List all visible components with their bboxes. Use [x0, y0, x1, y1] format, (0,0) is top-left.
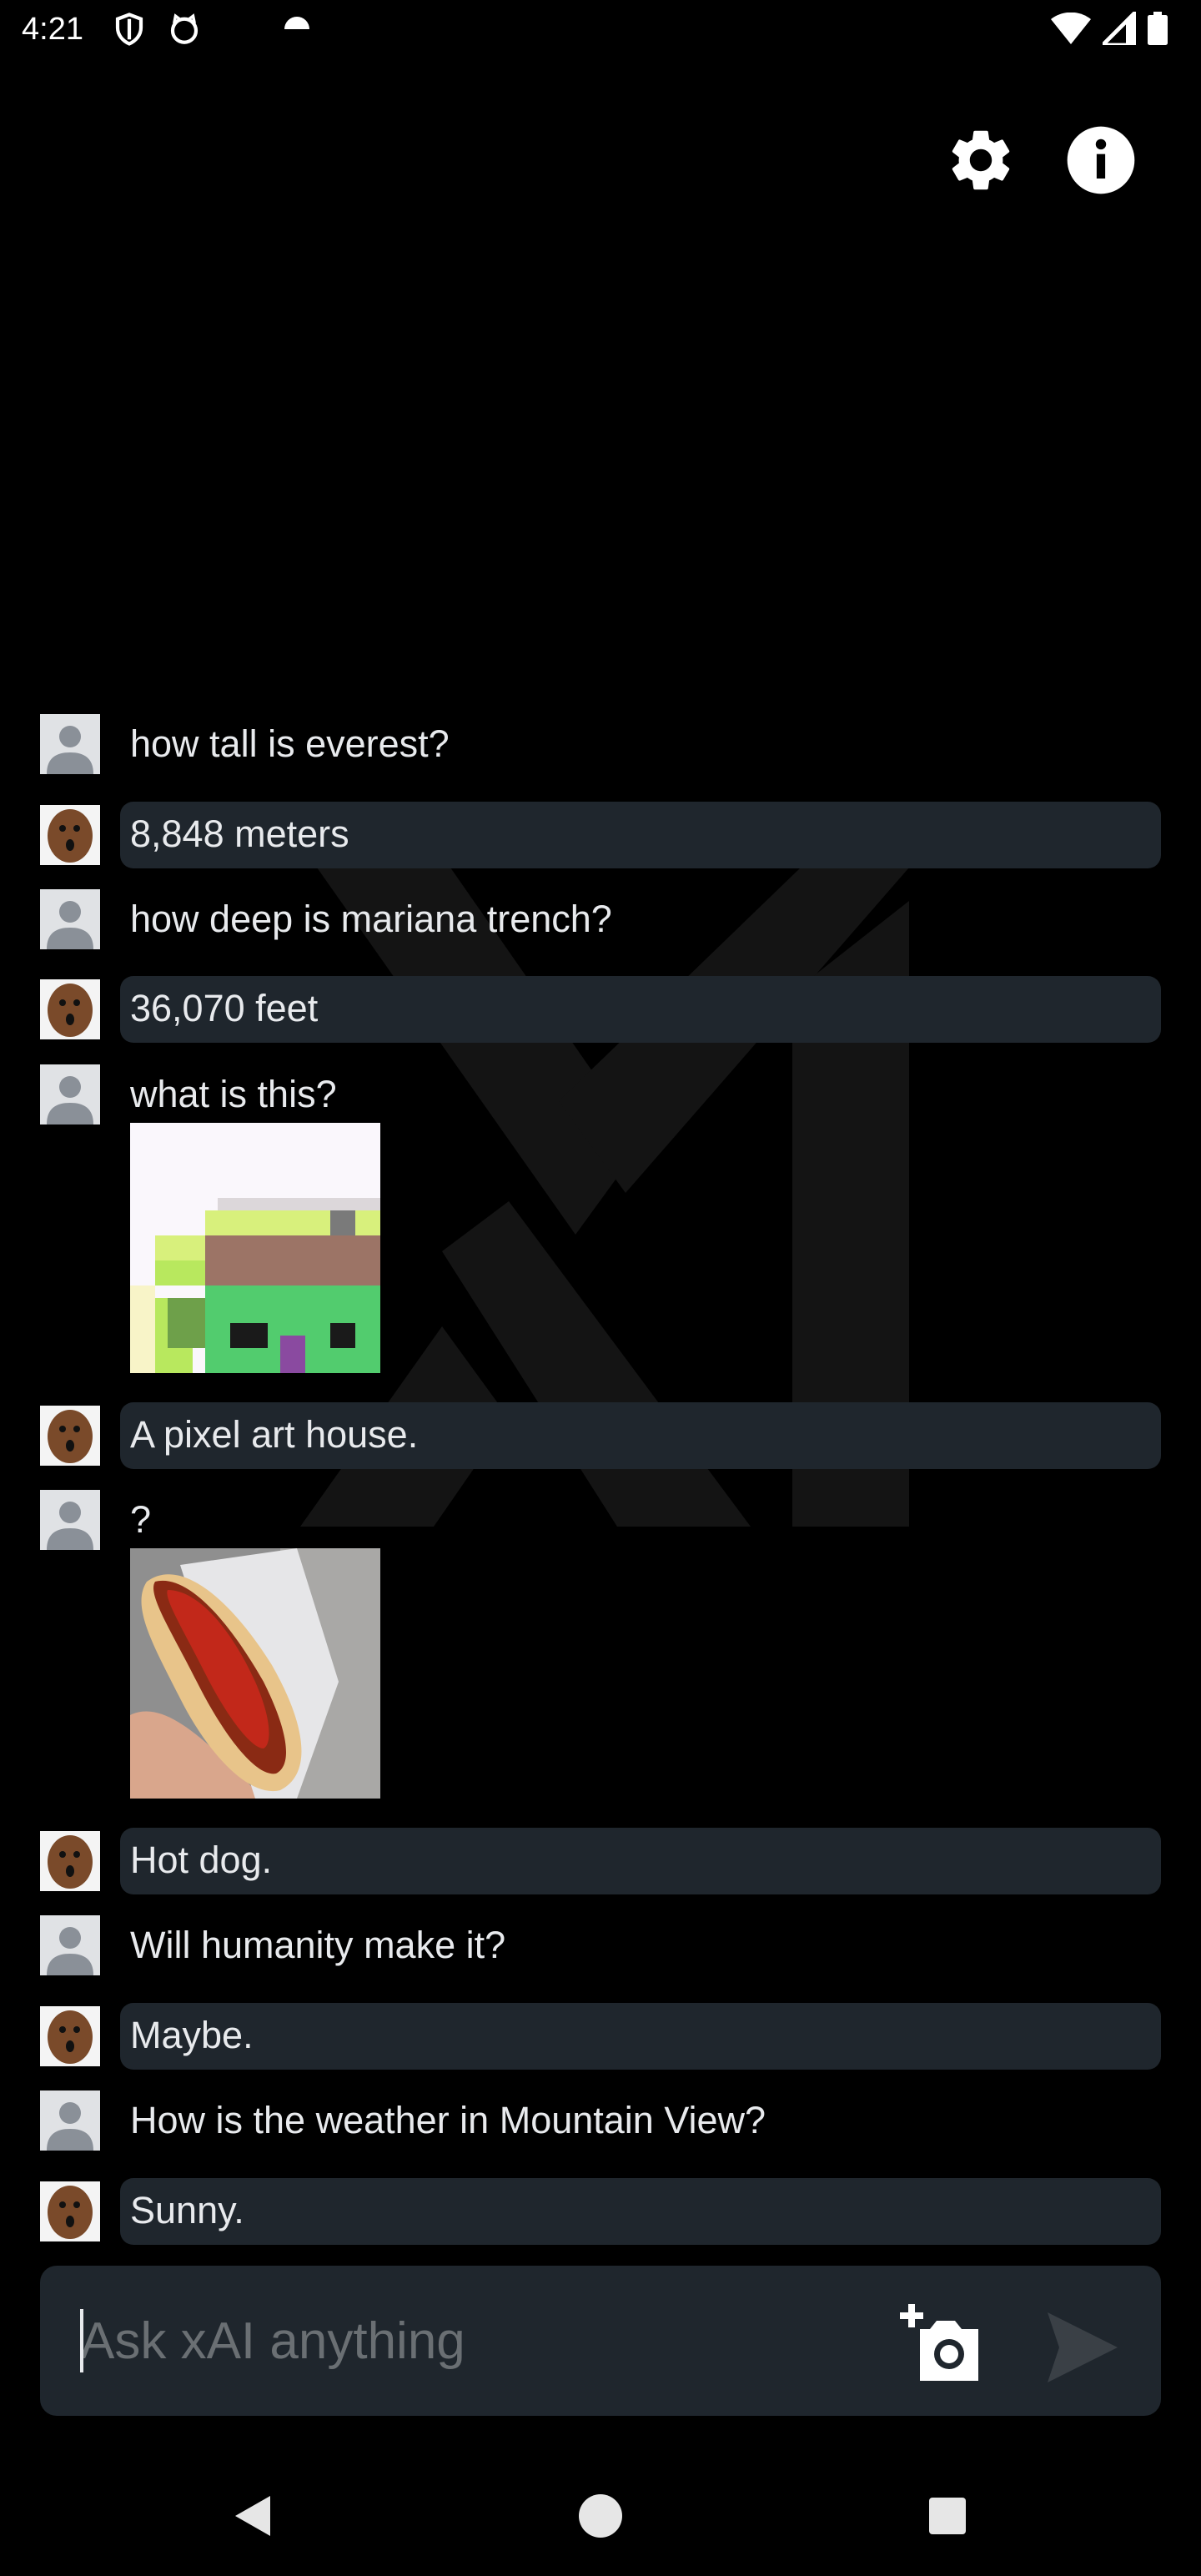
text-cursor	[80, 2309, 83, 2372]
send-arrow-icon[interactable]	[1041, 2306, 1124, 2389]
battery-icon	[1148, 12, 1168, 45]
status-time: 4:21	[22, 12, 83, 47]
recents-square-icon[interactable]	[917, 2486, 977, 2546]
bot-bubble	[120, 1828, 1161, 1894]
message-text: what is this?	[130, 1073, 337, 1115]
ask-input[interactable]	[80, 2309, 831, 2372]
status-bar: 4:21	[0, 0, 1201, 63]
user-avatar-icon	[40, 714, 100, 774]
message-text: Sunny.	[130, 2189, 244, 2231]
cat-face-icon	[170, 13, 198, 44]
pixel-art-house-image[interactable]	[130, 1123, 380, 1373]
settings-gear-icon[interactable]	[944, 123, 1018, 197]
message-text: Hot dog.	[130, 1839, 273, 1881]
message-text: Maybe.	[130, 2014, 254, 2056]
message-text: Will humanity make it?	[130, 1924, 506, 1966]
info-icon[interactable]	[1064, 123, 1138, 197]
bot-avatar-potato-icon	[40, 1831, 100, 1891]
message-text: how deep is mariana trench?	[130, 898, 612, 940]
user-avatar-icon	[40, 889, 100, 949]
bot-bubble	[120, 2178, 1161, 2245]
back-triangle-icon[interactable]	[224, 2486, 284, 2546]
message-text: 36,070 feet	[130, 987, 319, 1029]
signal-icon	[1103, 12, 1136, 45]
message-text: how tall is everest?	[130, 722, 450, 765]
input-bar	[40, 2266, 1161, 2416]
bot-avatar-potato-icon	[40, 979, 100, 1039]
add-photo-camera-icon[interactable]	[895, 2299, 987, 2382]
user-avatar-icon	[40, 1915, 100, 1975]
user-avatar-icon	[40, 1490, 100, 1550]
notification-dot-icon	[284, 17, 309, 29]
status-right-icons	[1051, 12, 1168, 45]
shield-icon	[115, 13, 143, 46]
user-avatar-icon	[40, 2090, 100, 2151]
home-circle-icon[interactable]	[570, 2486, 631, 2546]
user-avatar-icon	[40, 1064, 100, 1124]
hot-dog-photo[interactable]	[130, 1548, 380, 1799]
bot-bubble	[120, 2003, 1161, 2070]
bot-avatar-potato-icon	[40, 805, 100, 865]
bot-avatar-potato-icon	[40, 1406, 100, 1466]
bot-avatar-potato-icon	[40, 2006, 100, 2066]
message-text: A pixel art house.	[130, 1413, 419, 1456]
system-nav-bar	[0, 2456, 1201, 2576]
wifi-icon	[1051, 13, 1091, 44]
message-text: 8,848 meters	[130, 813, 349, 855]
message-text: How is the weather in Mountain View?	[130, 2099, 766, 2141]
bot-avatar-potato-icon	[40, 2181, 100, 2241]
message-text: ?	[130, 1498, 152, 1541]
